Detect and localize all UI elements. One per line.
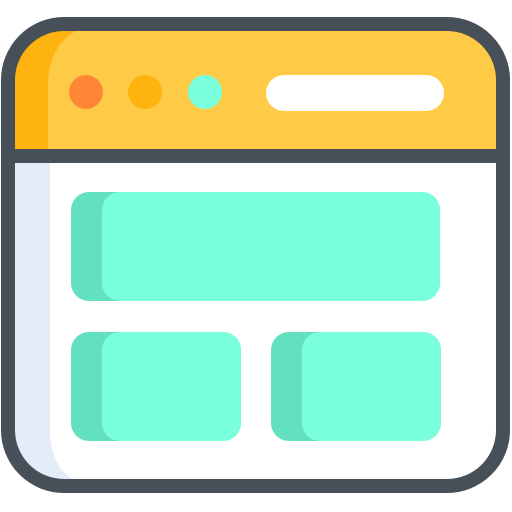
content-block-wide [102,192,440,301]
content-block-right [302,332,441,441]
browser-window-layout-icon [0,0,512,512]
maximize-dot-icon [188,75,222,109]
icon-canvas [1,17,510,493]
content-block-left [102,332,241,441]
close-dot-icon [69,75,103,109]
minimize-dot-icon [128,75,162,109]
address-bar [266,75,444,111]
